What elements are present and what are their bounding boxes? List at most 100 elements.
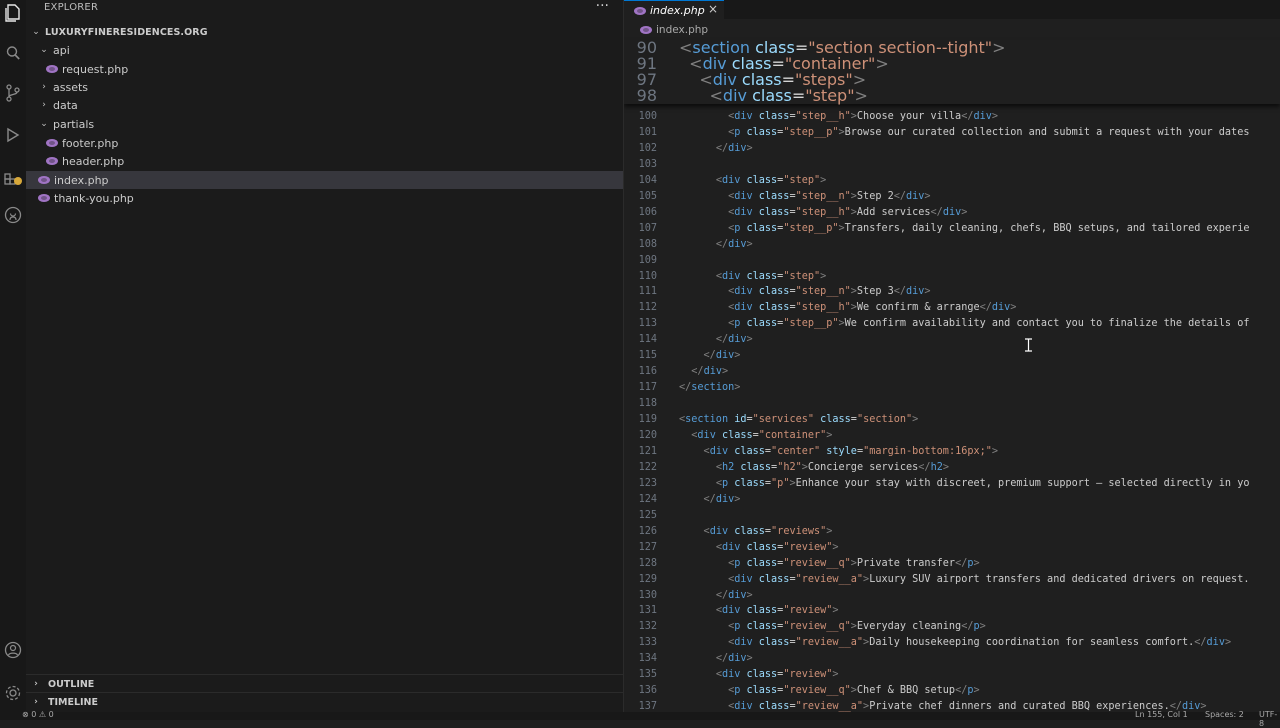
code-line[interactable]: 118 (624, 396, 1280, 412)
code-line[interactable]: 102 </div> (624, 141, 1280, 157)
code-text[interactable]: <p class="p">Enhance your stay with disc… (679, 476, 1250, 492)
tree-file-request[interactable]: request.php (26, 60, 623, 78)
close-icon[interactable]: × (708, 2, 718, 16)
code-line[interactable]: 134 </div> (624, 651, 1280, 667)
code-line[interactable]: 130 </div> (624, 588, 1280, 604)
code-text[interactable]: <div class="review"> (679, 540, 839, 556)
code-text[interactable]: <div class="review"> (679, 603, 839, 619)
code-text[interactable]: <div class="review__a">Daily housekeepin… (679, 635, 1231, 651)
code-line[interactable]: 135 <div class="review"> (624, 667, 1280, 683)
run-debug-icon[interactable] (0, 122, 26, 148)
code-line[interactable]: 125 (624, 508, 1280, 524)
code-line[interactable]: 133 <div class="review__a">Daily houseke… (624, 635, 1280, 651)
code-text[interactable]: <p class="step__p">Transfers, daily clea… (679, 221, 1249, 237)
code-text[interactable]: <div class="step__h">Add services</div> (679, 205, 967, 221)
code-line[interactable]: 109 (624, 253, 1280, 269)
code-text[interactable]: <p class="step__p">Browse our curated co… (679, 125, 1249, 141)
code-line[interactable]: 122 <h2 class="h2">Concierge services</h… (624, 460, 1280, 476)
tree-folder-partials[interactable]: ⌄ partials (26, 115, 623, 133)
code-text[interactable]: </div> (679, 364, 728, 380)
code-line[interactable]: 121 <div class="center" style="margin-bo… (624, 444, 1280, 460)
code-text[interactable]: <section id="services" class="section"> (679, 412, 918, 428)
breadcrumb-file[interactable]: index.php (656, 24, 708, 36)
code-text[interactable]: </div> (679, 332, 753, 348)
code-text[interactable]: <p class="review__q">Private transfer</p… (679, 556, 980, 572)
code-line[interactable]: 110 <div class="step"> (624, 269, 1280, 285)
code-line[interactable]: 107 <p class="step__p">Transfers, daily … (624, 221, 1280, 237)
code-line[interactable]: 100 <div class="step__h">Choose your vil… (624, 109, 1280, 125)
indentation[interactable]: Spaces: 2 (1205, 710, 1244, 719)
code-line[interactable]: 108 </div> (624, 237, 1280, 253)
code-line[interactable]: 106 <div class="step__h">Add services</d… (624, 205, 1280, 221)
code-line[interactable]: 113 <p class="step__p">We confirm availa… (624, 316, 1280, 332)
code-text[interactable]: <div class="center" style="margin-bottom… (679, 444, 998, 460)
code-text[interactable]: </div> (679, 141, 753, 157)
code-text[interactable]: <div class="review__a">Luxury SUV airpor… (679, 572, 1249, 588)
code-text[interactable]: <div class="step__h">Choose your villa</… (679, 109, 998, 125)
timeline-panel-header[interactable]: › TIMELINE (26, 692, 623, 711)
code-line[interactable]: 127 <div class="review"> (624, 540, 1280, 556)
code-text[interactable]: <div class="step"> (679, 269, 826, 285)
encoding[interactable]: UTF-8 (1259, 710, 1280, 728)
code-line[interactable]: 126 <div class="reviews"> (624, 524, 1280, 540)
tree-file-index[interactable]: index.php (26, 171, 623, 189)
code-line[interactable]: 103 (624, 157, 1280, 173)
code-text[interactable]: <div class="step__n">Step 3</div> (679, 284, 930, 300)
code-line[interactable]: 120 <div class="container"> (624, 428, 1280, 444)
code-line[interactable]: 112 <div class="step__h">We confirm & ar… (624, 300, 1280, 316)
code-text[interactable]: </div> (679, 588, 753, 604)
code-text[interactable]: <div class="reviews"> (679, 524, 833, 540)
code-text[interactable]: <p class="review__q">Chef & BBQ setup</p… (679, 683, 980, 699)
account-icon[interactable] (0, 637, 26, 663)
editor-area[interactable]: index.php × index.php 90 <section class="… (624, 0, 1280, 720)
code-line[interactable]: 124 </div> (624, 492, 1280, 508)
code-line[interactable]: 117 </section> (624, 380, 1280, 396)
code-text[interactable]: </div> (679, 651, 753, 667)
more-actions-button[interactable]: ··· (596, 0, 609, 14)
code-text[interactable]: </div> (679, 237, 753, 253)
tree-folder-api[interactable]: ⌄ api (26, 41, 623, 59)
code-text[interactable]: <p class="step__p">We confirm availabili… (679, 316, 1249, 332)
outline-panel-header[interactable]: › OUTLINE (26, 674, 623, 693)
search-icon[interactable] (0, 40, 26, 66)
sticky-scroll[interactable]: 90 <section class="section section--tight… (624, 40, 1280, 104)
workspace-root[interactable]: ⌄ LUXURYFINERESIDENCES.ORG (26, 23, 623, 41)
code-line[interactable]: 105 <div class="step__n">Step 2</div> (624, 189, 1280, 205)
explorer-icon[interactable] (0, 0, 26, 26)
code-text[interactable]: </div> (679, 492, 741, 508)
code-line[interactable]: 101 <p class="step__p">Browse our curate… (624, 125, 1280, 141)
code-text[interactable]: </div> (679, 348, 741, 364)
code-line[interactable]: 129 <div class="review__a">Luxury SUV ai… (624, 572, 1280, 588)
code-line[interactable]: 131 <div class="review"> (624, 603, 1280, 619)
code-text[interactable]: <div class="step"> (679, 88, 868, 104)
github-icon[interactable] (0, 202, 26, 228)
code-line[interactable]: 111 <div class="step__n">Step 3</div> (624, 284, 1280, 300)
code-line[interactable]: 104 <div class="step"> (624, 173, 1280, 189)
breadcrumb[interactable]: index.php (640, 22, 708, 38)
code-line[interactable]: 128 <p class="review__q">Private transfe… (624, 556, 1280, 572)
code-line[interactable]: 116 </div> (624, 364, 1280, 380)
code-line[interactable]: 136 <p class="review__q">Chef & BBQ setu… (624, 683, 1280, 699)
code-text[interactable]: <div class="step__n">Step 2</div> (679, 189, 930, 205)
source-control-icon[interactable] (0, 80, 26, 106)
code-text[interactable]: </section> (679, 380, 740, 396)
tree-file-thank-you[interactable]: thank-you.php (26, 189, 623, 207)
tree-folder-assets[interactable]: › assets (26, 78, 623, 96)
code-text[interactable]: <p class="review__q">Everyday cleaning</… (679, 619, 986, 635)
code-line[interactable]: 98 <div class="step"> (624, 88, 1280, 104)
code-text[interactable]: <h2 class="h2">Concierge services</h2> (679, 460, 949, 476)
tab-index-php[interactable]: index.php × (624, 0, 724, 20)
tree-file-header[interactable]: header.php (26, 152, 623, 170)
problems-count[interactable]: ⊗ 0 ⚠ 0 (22, 710, 54, 719)
code-line[interactable]: 114 </div> (624, 332, 1280, 348)
code-line[interactable]: 119 <section id="services" class="section… (624, 412, 1280, 428)
cursor-position[interactable]: Ln 155, Col 1 (1135, 710, 1188, 719)
code-line[interactable]: 123 <p class="p">Enhance your stay with … (624, 476, 1280, 492)
tree-file-footer[interactable]: footer.php (26, 134, 623, 152)
code-text[interactable]: <div class="container"> (679, 428, 832, 444)
tree-folder-data[interactable]: › data (26, 96, 623, 114)
settings-icon[interactable] (0, 680, 26, 706)
code-text[interactable]: <div class="review"> (679, 667, 839, 683)
code-line[interactable]: 132 <p class="review__q">Everyday cleani… (624, 619, 1280, 635)
code-text[interactable]: <div class="step__h">We confirm & arrang… (679, 300, 1016, 316)
